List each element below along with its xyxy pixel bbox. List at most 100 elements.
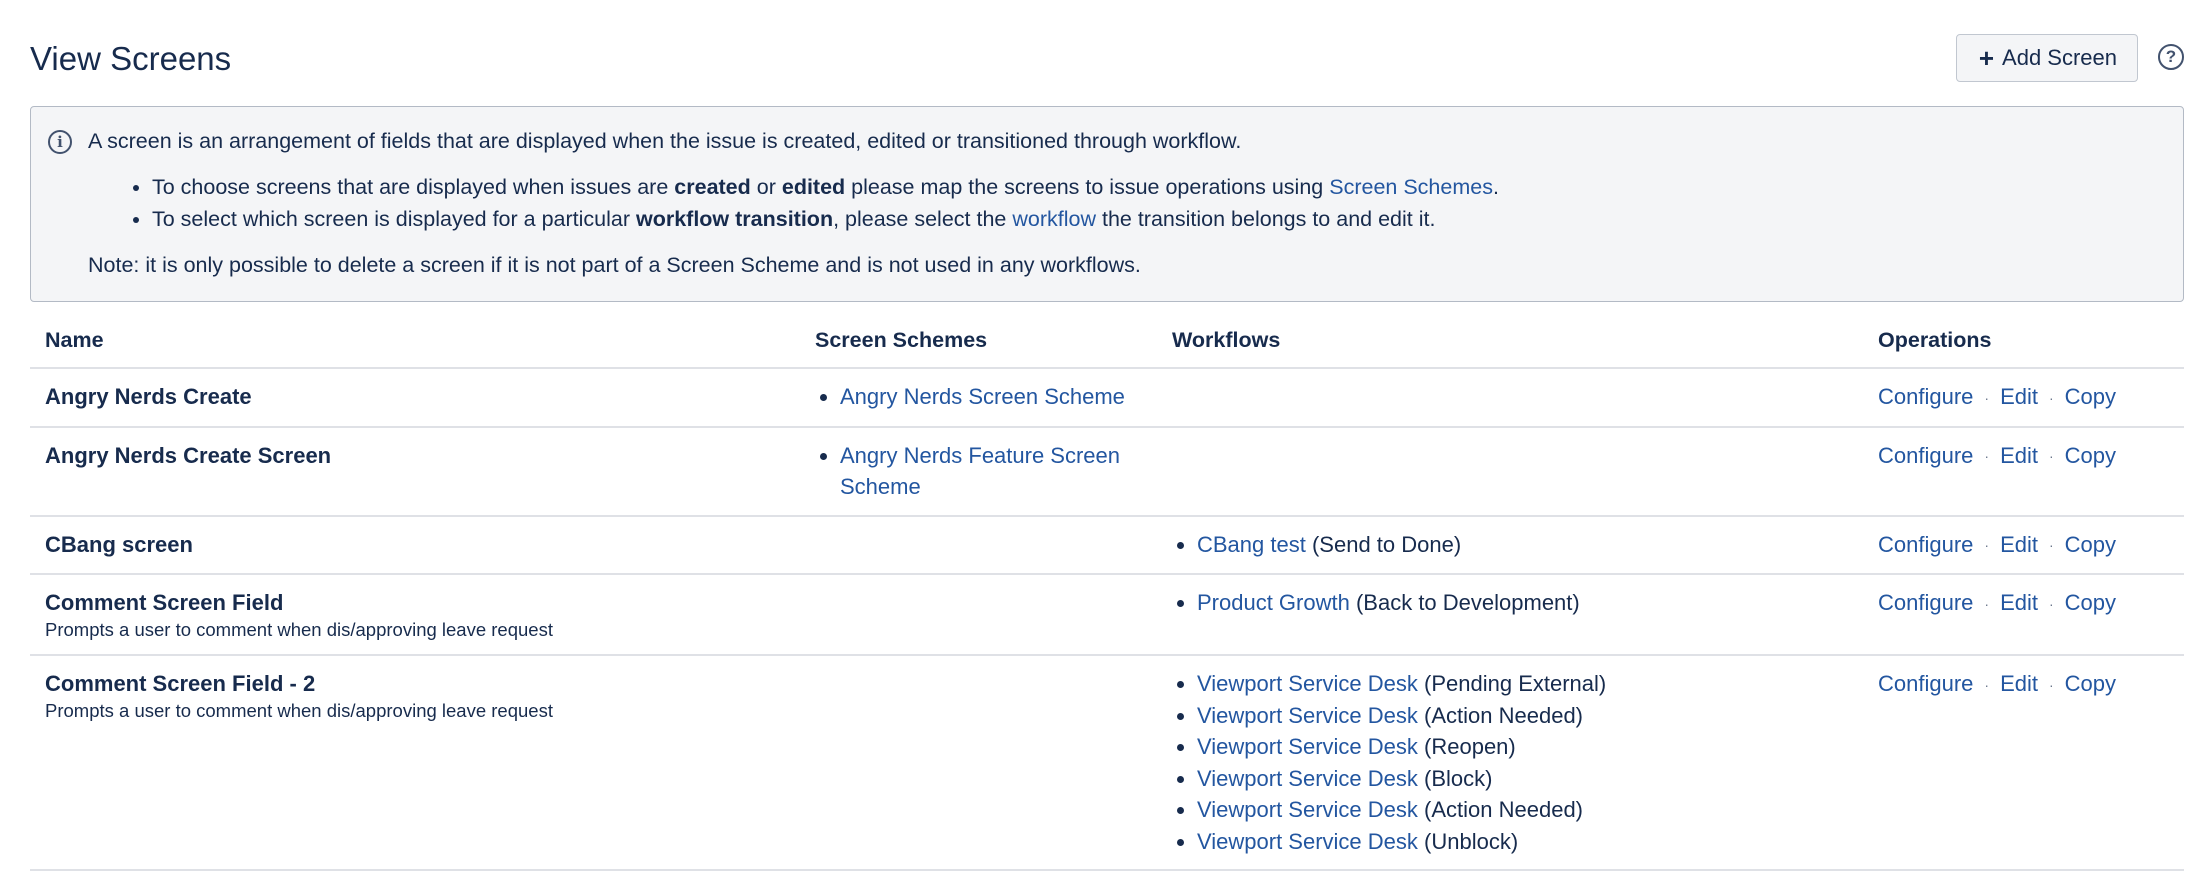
list-item: Viewport Service Desk (Unblock) bbox=[1197, 826, 1848, 858]
copy-link[interactable]: Copy bbox=[2065, 590, 2116, 615]
configure-link[interactable]: Configure bbox=[1878, 384, 1973, 409]
edit-link[interactable]: Edit bbox=[2000, 590, 2038, 615]
list-item: Product Growth (Back to Development) bbox=[1197, 587, 1848, 619]
info-text: To select which screen is displayed for … bbox=[152, 207, 636, 231]
workflow-link[interactable]: Viewport Service Desk bbox=[1197, 703, 1418, 728]
table-row: CBang screen CBang test (Send to Done) Con… bbox=[30, 515, 2184, 576]
screen-scheme-link[interactable]: Angry Nerds Screen Scheme bbox=[840, 384, 1125, 409]
info-text: , please select the bbox=[833, 207, 1013, 231]
configure-link[interactable]: Configure bbox=[1878, 532, 1973, 557]
screens-table-body: Angry Nerds Create Angry Nerds Screen Sch… bbox=[30, 368, 2184, 871]
info-bold-edited: edited bbox=[781, 175, 846, 199]
workflow-link[interactable]: CBang test bbox=[1197, 532, 1306, 557]
screen-scheme-link[interactable]: Angry Nerds Feature Screen Scheme bbox=[840, 443, 1120, 500]
info-message: i A screen is an arrangement of fields t… bbox=[30, 106, 2184, 302]
cell-workflows: Viewport Service Desk (Pending External)… bbox=[1157, 655, 1863, 871]
info-text: To choose screens that are displayed whe… bbox=[152, 175, 675, 199]
screen-description: Prompts a user to comment when dis/appro… bbox=[45, 619, 553, 641]
transition-name: (Reopen) bbox=[1424, 734, 1516, 760]
copy-link[interactable]: Copy bbox=[2065, 532, 2116, 557]
configure-link[interactable]: Configure bbox=[1878, 590, 1973, 615]
cell-name: Comment Screen Field Prompts a user to co… bbox=[30, 574, 800, 657]
transition-name: (Action Needed) bbox=[1424, 702, 1584, 728]
column-header-name: Name bbox=[30, 318, 800, 369]
cell-name: Angry Nerds Create bbox=[30, 368, 800, 428]
edit-link[interactable]: Edit bbox=[2000, 671, 2038, 696]
operation-separator: · bbox=[2048, 389, 2054, 406]
table-row: Angry Nerds Create Angry Nerds Screen Sch… bbox=[30, 368, 2184, 428]
view-screens-page: View Screens + Add Screen ? i A screen i… bbox=[30, 0, 2184, 871]
info-text: the transition belongs to and edit it. bbox=[1096, 207, 1436, 231]
configure-link[interactable]: Configure bbox=[1878, 671, 1973, 696]
info-icon: i bbox=[48, 130, 72, 154]
edit-link[interactable]: Edit bbox=[2000, 532, 2038, 557]
info-bold-workflow-transition: workflow transition bbox=[635, 207, 834, 231]
edit-link[interactable]: Edit bbox=[2000, 443, 2038, 468]
list-item: Viewport Service Desk (Block) bbox=[1197, 763, 1848, 795]
cell-screen-schemes bbox=[800, 574, 1157, 657]
transition-name: (Back to Development) bbox=[1355, 590, 1580, 616]
workflow-link[interactable]: workflow bbox=[1012, 207, 1096, 231]
cell-workflows bbox=[1157, 368, 1863, 428]
operation-separator: · bbox=[2048, 448, 2054, 465]
cell-operations: Configure · Edit · Copy bbox=[1863, 368, 2184, 428]
info-intro: A screen is an arrangement of fields tha… bbox=[88, 129, 1242, 153]
screen-schemes-link[interactable]: Screen Schemes bbox=[1329, 175, 1493, 199]
workflow-link[interactable]: Viewport Service Desk bbox=[1197, 797, 1418, 822]
workflows-list: Product Growth (Back to Development) bbox=[1172, 587, 1848, 619]
info-note: Note: it is only possible to delete a sc… bbox=[88, 253, 1141, 277]
table-header-row: Name Screen Schemes Workflows Operations bbox=[30, 318, 2184, 369]
screen-name: Angry Nerds Create bbox=[45, 384, 252, 409]
list-item: Angry Nerds Feature Screen Scheme bbox=[840, 440, 1142, 503]
cell-workflows: Product Growth (Back to Development) bbox=[1157, 574, 1863, 657]
operation-separator: · bbox=[1984, 389, 1990, 406]
workflow-link[interactable]: Viewport Service Desk bbox=[1197, 734, 1418, 759]
workflows-list: Viewport Service Desk (Pending External)… bbox=[1172, 668, 1848, 857]
copy-link[interactable]: Copy bbox=[2065, 443, 2116, 468]
table-row: Comment Screen Field Prompts a user to co… bbox=[30, 574, 2184, 657]
cell-screen-schemes bbox=[800, 655, 1157, 871]
column-header-screen-schemes: Screen Schemes bbox=[800, 318, 1157, 369]
cell-workflows: CBang test (Send to Done) bbox=[1157, 515, 1863, 576]
list-item: Angry Nerds Screen Scheme bbox=[840, 381, 1142, 413]
screen-schemes-list: Angry Nerds Screen Scheme bbox=[815, 381, 1142, 413]
cell-screen-schemes: Angry Nerds Feature Screen Scheme bbox=[800, 426, 1157, 517]
info-bullet-screen-schemes: To choose screens that are displayed whe… bbox=[152, 171, 2163, 203]
list-item: Viewport Service Desk (Action Needed) bbox=[1197, 794, 1848, 826]
screen-name: CBang screen bbox=[45, 531, 193, 557]
cell-name: Angry Nerds Create Screen bbox=[30, 426, 800, 517]
workflow-link[interactable]: Product Growth bbox=[1197, 590, 1350, 615]
copy-link[interactable]: Copy bbox=[2065, 384, 2116, 409]
operation-separator: · bbox=[2048, 677, 2054, 694]
workflow-link[interactable]: Viewport Service Desk bbox=[1197, 829, 1418, 854]
configure-link[interactable]: Configure bbox=[1878, 443, 1973, 468]
info-bold-created: created bbox=[674, 175, 751, 199]
operation-separator: · bbox=[2048, 537, 2054, 554]
add-screen-button[interactable]: + Add Screen bbox=[1955, 34, 2138, 82]
column-header-workflows: Workflows bbox=[1157, 318, 1863, 369]
help-icon[interactable]: ? bbox=[2158, 44, 2184, 70]
workflows-list: CBang test (Send to Done) bbox=[1172, 529, 1848, 561]
workflow-link[interactable]: Viewport Service Desk bbox=[1197, 671, 1418, 696]
operation-separator: · bbox=[1984, 537, 1990, 554]
list-item: CBang test (Send to Done) bbox=[1197, 529, 1848, 561]
workflow-link[interactable]: Viewport Service Desk bbox=[1197, 766, 1418, 791]
transition-name: (Send to Done) bbox=[1311, 531, 1462, 557]
transition-name: (Action Needed) bbox=[1424, 797, 1584, 823]
list-item: Viewport Service Desk (Pending External) bbox=[1197, 668, 1848, 700]
cell-screen-schemes: Angry Nerds Screen Scheme bbox=[800, 368, 1157, 428]
cell-operations: Configure · Edit · Copy bbox=[1863, 574, 2184, 657]
cell-name: Comment Screen Field - 2 Prompts a user t… bbox=[30, 655, 800, 871]
edit-link[interactable]: Edit bbox=[2000, 384, 2038, 409]
transition-name: (Unblock) bbox=[1424, 828, 1519, 854]
info-text: or bbox=[750, 175, 782, 199]
table-row: Angry Nerds Create Screen Angry Nerds Fea… bbox=[30, 426, 2184, 517]
operation-separator: · bbox=[1984, 677, 1990, 694]
copy-link[interactable]: Copy bbox=[2065, 671, 2116, 696]
info-bullets: To choose screens that are displayed whe… bbox=[88, 171, 2163, 235]
cell-workflows bbox=[1157, 426, 1863, 517]
list-item: Viewport Service Desk (Reopen) bbox=[1197, 731, 1848, 763]
info-text: please map the screens to issue operatio… bbox=[845, 175, 1330, 199]
screen-name: Comment Screen Field - 2 bbox=[45, 671, 316, 697]
screen-name: Angry Nerds Create Screen bbox=[45, 442, 332, 468]
